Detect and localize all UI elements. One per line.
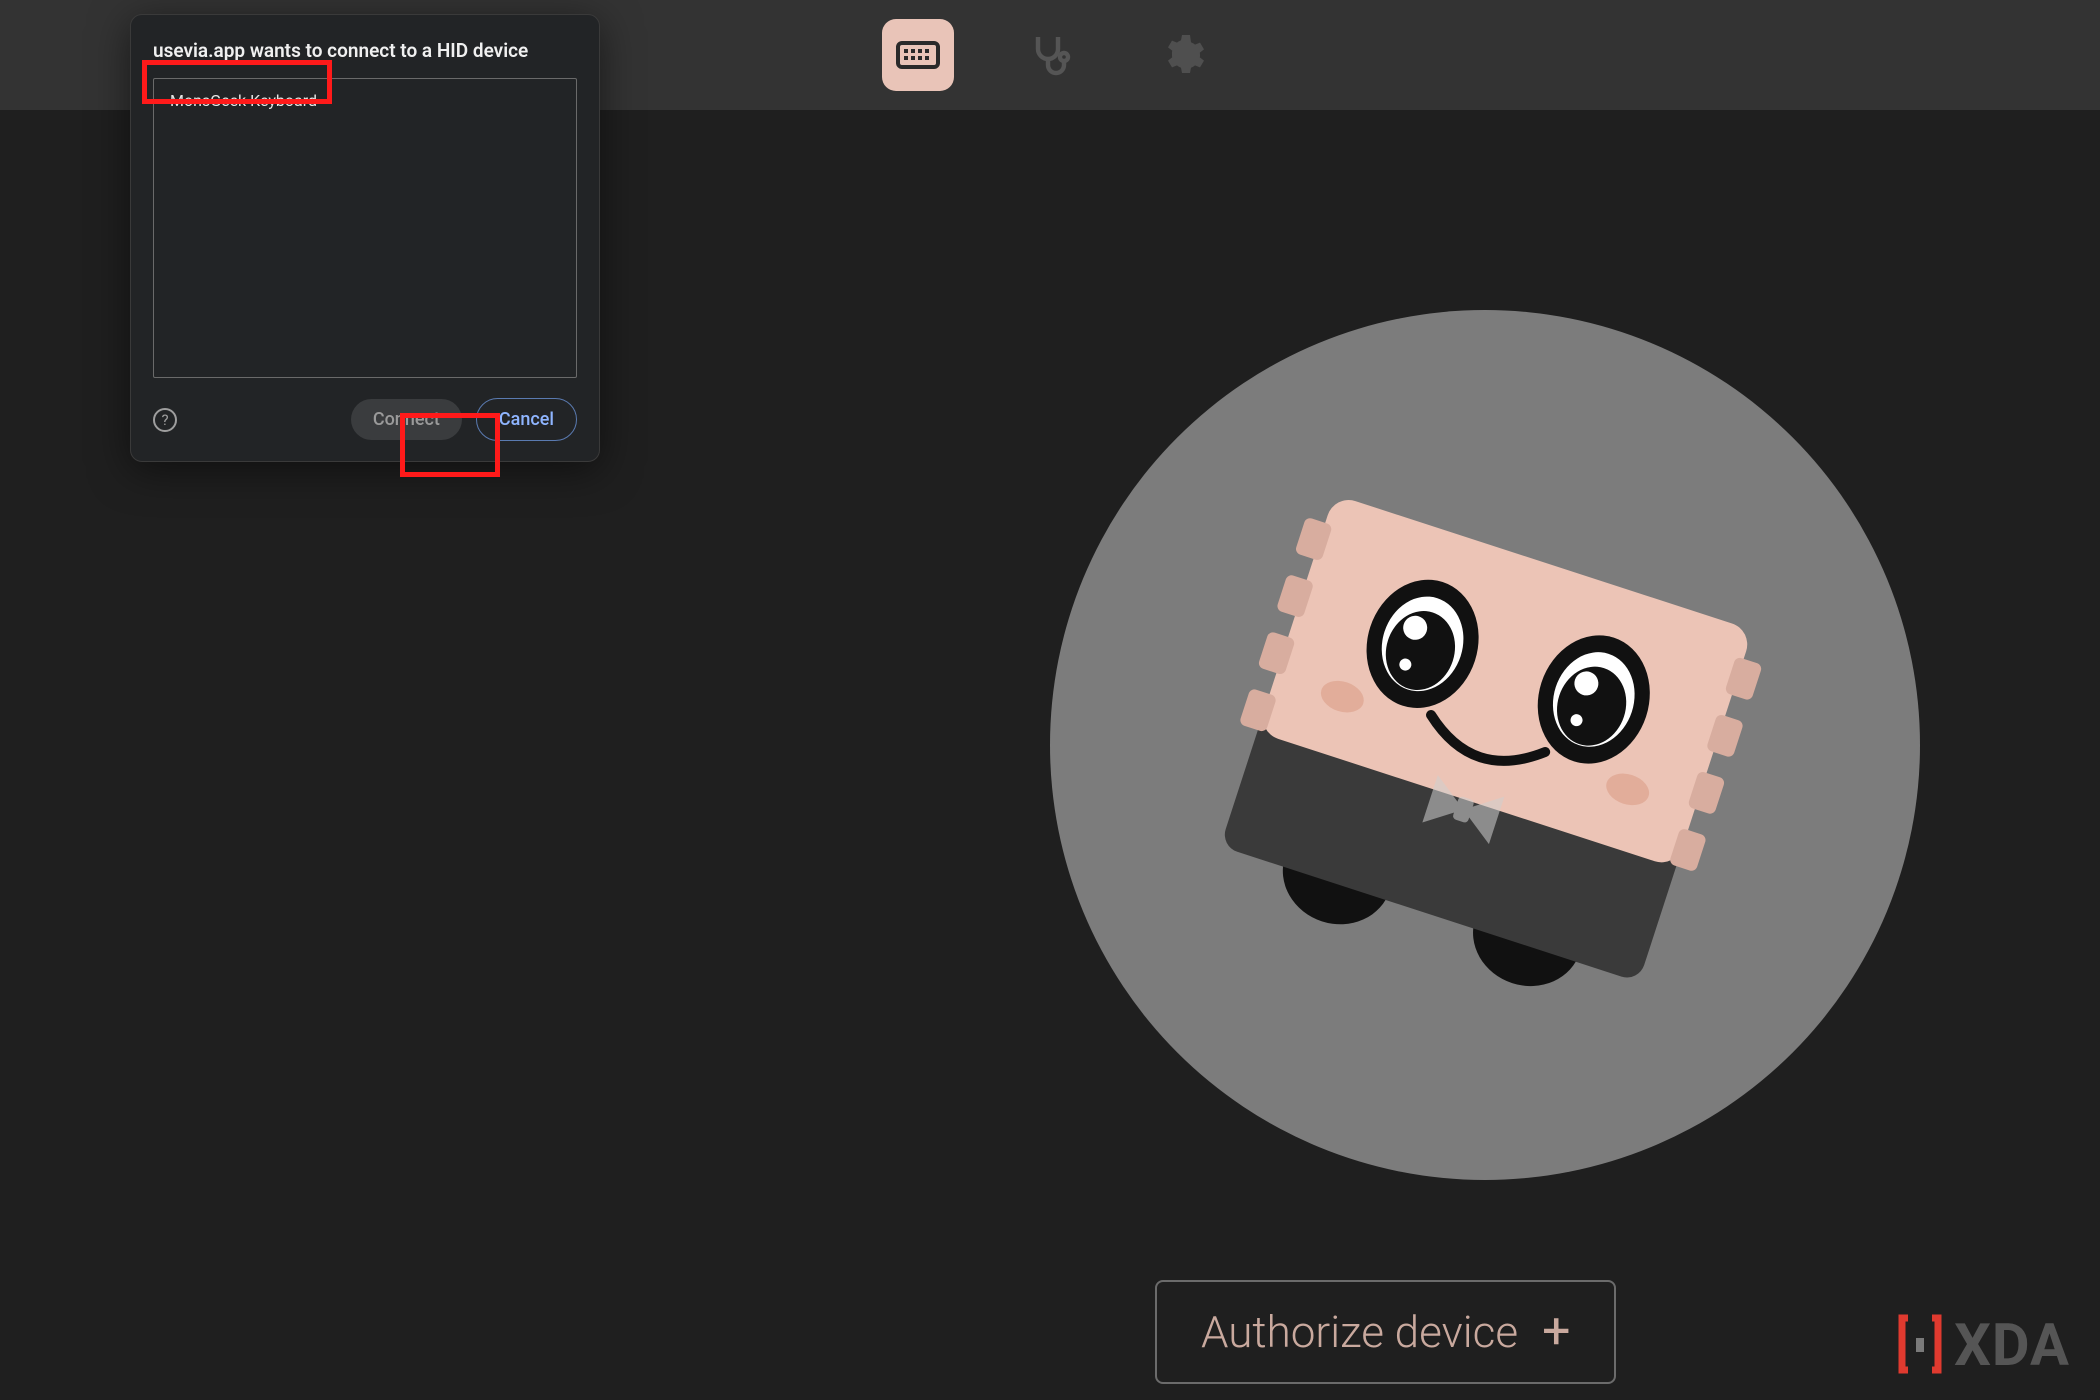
nav-configure-tab[interactable] — [882, 19, 954, 91]
hid-dialog-footer: ? Connect Cancel — [153, 398, 577, 441]
help-icon[interactable]: ? — [153, 408, 177, 432]
plus-icon: + — [1542, 1307, 1570, 1357]
connect-button[interactable]: Connect — [351, 399, 462, 440]
mascot-circle — [1050, 310, 1920, 1180]
cancel-button[interactable]: Cancel — [476, 398, 577, 441]
hid-device-list[interactable]: MonsGeek Keyboard — [153, 78, 577, 378]
stethoscope-icon — [1026, 31, 1074, 79]
authorize-device-label: Authorize device — [1201, 1306, 1518, 1358]
gear-icon — [1158, 31, 1206, 79]
hid-device-item[interactable]: MonsGeek Keyboard — [164, 87, 566, 114]
xda-bracket-icon — [1890, 1314, 1950, 1378]
nav-key-tester-tab[interactable] — [1014, 19, 1086, 91]
authorize-device-button[interactable]: Authorize device + — [1155, 1280, 1616, 1384]
keyboard-icon — [894, 31, 942, 79]
xda-watermark-text: XDA — [1954, 1312, 2070, 1380]
hid-dialog-title: usevia.app wants to connect to a HID dev… — [153, 39, 577, 62]
nav-settings-tab[interactable] — [1146, 19, 1218, 91]
via-mascot-icon — [1185, 443, 1785, 1047]
hid-permission-dialog: usevia.app wants to connect to a HID dev… — [130, 14, 600, 462]
xda-watermark: XDA — [1890, 1312, 2070, 1380]
